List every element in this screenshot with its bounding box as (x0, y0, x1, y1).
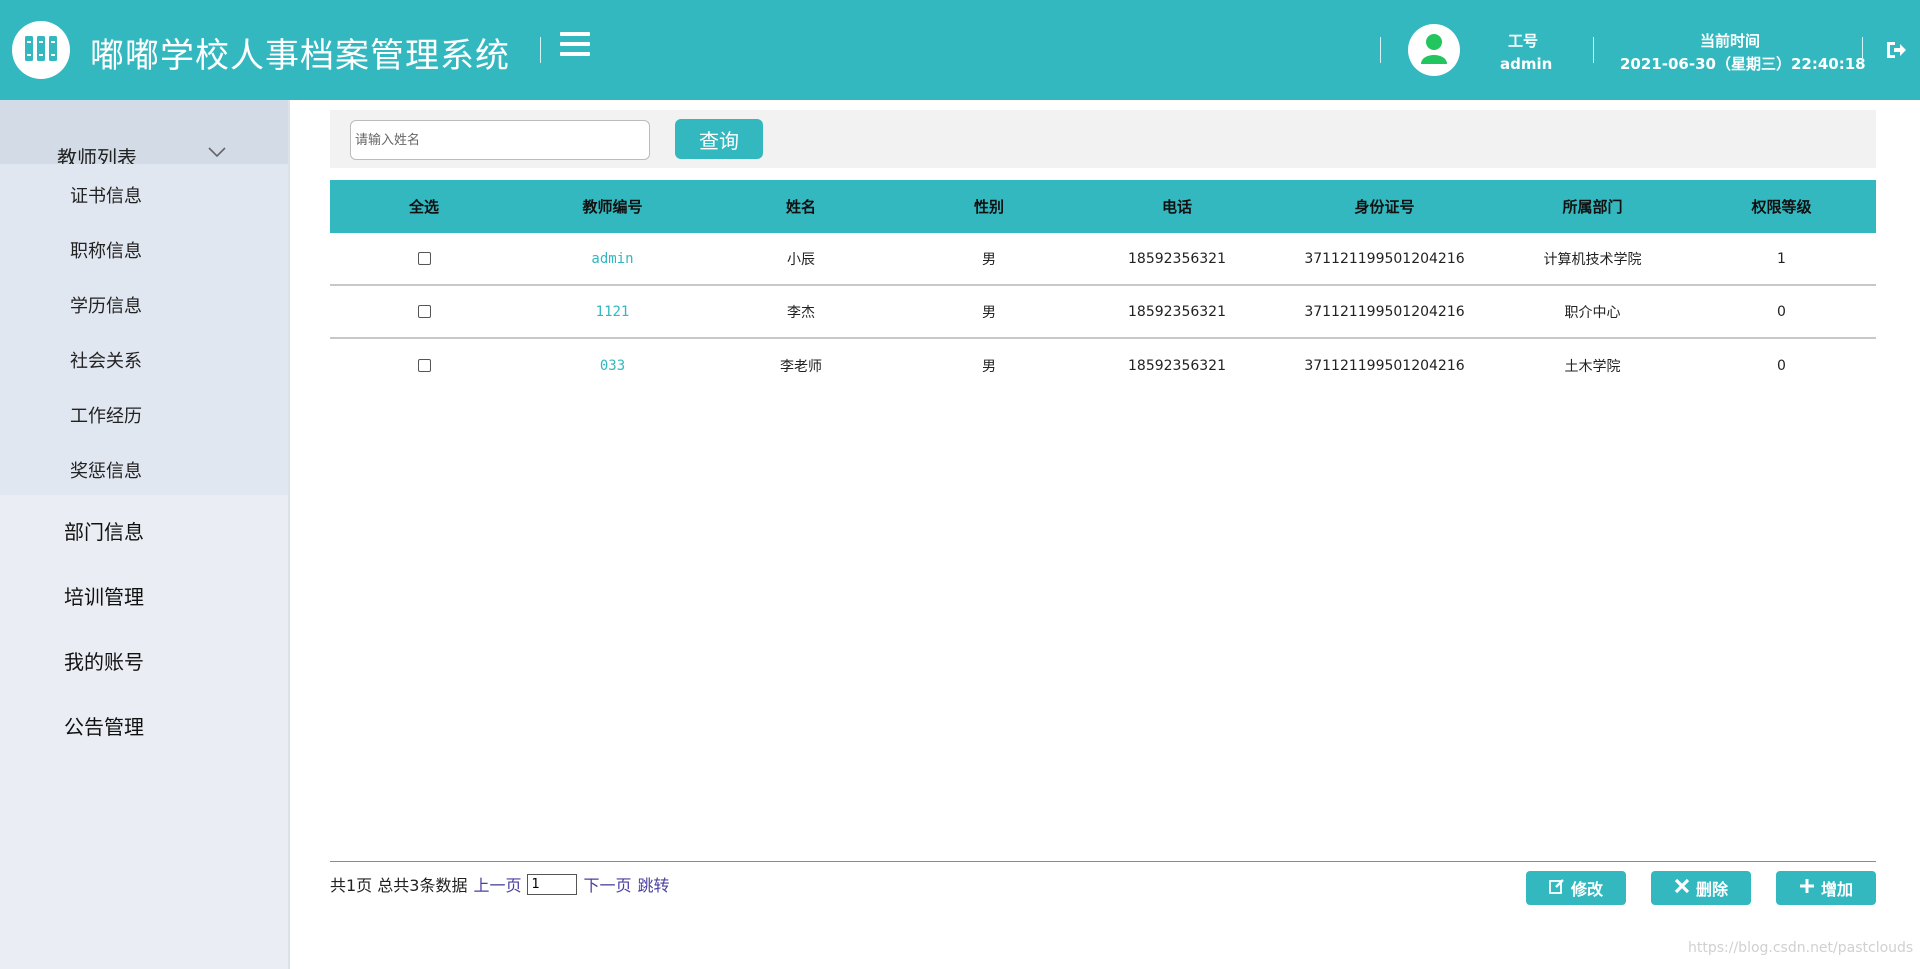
user-label: 工号 (1507, 32, 1538, 50)
app-title: 嘟嘟学校人事档案管理系统 (90, 36, 510, 76)
sidebar: 教师列表 证书信息 职称信息 学历信息 社会关系 工作经历 奖惩信息 部门信息 … (0, 100, 290, 969)
sidebar-submenu: 证书信息 职称信息 学历信息 社会关系 工作经历 奖惩信息 (0, 164, 288, 495)
header-divider (1862, 37, 1863, 63)
edit-button[interactable]: 修改 (1526, 871, 1626, 905)
table-row: 033 李老师 男 18592356321 371121199501204216… (330, 339, 1876, 392)
edit-icon (1549, 878, 1571, 898)
chevron-down-icon (207, 144, 227, 158)
teacher-gender: 男 (982, 304, 996, 321)
teacher-level: 0 (1777, 303, 1786, 320)
prev-page-link[interactable]: 上一页 (473, 872, 521, 896)
sidebar-item-notices[interactable]: 公告管理 (64, 711, 144, 740)
teacher-idcard: 371121199501204216 (1304, 357, 1465, 374)
menu-icon (560, 32, 590, 36)
time-value: 2021-06-30（星期三）22:40:18 (1620, 55, 1866, 73)
avatar[interactable] (1408, 24, 1460, 76)
column-header: 权限等级 (1751, 198, 1812, 216)
jump-page-link[interactable]: 跳转 (637, 872, 669, 896)
search-input[interactable] (350, 120, 650, 160)
books-icon (24, 33, 58, 67)
sidebar-group-teachers[interactable]: 教师列表 (0, 100, 288, 170)
user-info: 工号 admin (1500, 30, 1553, 76)
table-header: 全选 教师编号 姓名 性别 电话 身份证号 所属部门 权限等级 (330, 180, 1876, 233)
teacher-name: 李杰 (787, 304, 815, 321)
teacher-id-link[interactable]: 033 (518, 358, 707, 374)
column-header: 性别 (973, 198, 1004, 216)
footer-divider (330, 861, 1876, 862)
sidebar-item-experience[interactable]: 工作经历 (70, 402, 142, 428)
header-divider (1593, 37, 1594, 63)
table-row: 1121 李杰 男 18592356321 371121199501204216… (330, 286, 1876, 339)
column-header: 教师编号 (582, 198, 643, 216)
add-button[interactable]: 增加 (1776, 871, 1876, 905)
top-header: 嘟嘟学校人事档案管理系统 工号 admin 当前时间 2021-06-30（星期… (0, 0, 1920, 100)
row-checkbox[interactable] (417, 359, 431, 372)
row-checkbox[interactable] (417, 252, 431, 265)
close-icon (1674, 878, 1696, 898)
search-bar: 查询 (330, 110, 1876, 168)
time-label: 当前时间 (1699, 32, 1760, 50)
row-checkbox[interactable] (417, 305, 431, 318)
title-divider (540, 37, 541, 63)
next-page-link[interactable]: 下一页 (583, 872, 631, 896)
teacher-name: 小辰 (787, 251, 815, 268)
logout-icon (1884, 42, 1908, 66)
delete-button[interactable]: 删除 (1651, 871, 1751, 905)
sidebar-item-relations[interactable]: 社会关系 (70, 347, 142, 373)
header-divider (1380, 37, 1381, 63)
column-header: 所属部门 (1562, 198, 1623, 216)
teacher-table: 全选 教师编号 姓名 性别 电话 身份证号 所属部门 权限等级 admin 小辰… (330, 180, 1876, 392)
teacher-level: 1 (1777, 250, 1786, 267)
teacher-phone: 18592356321 (1128, 357, 1226, 374)
sidebar-item-rewards[interactable]: 奖惩信息 (70, 457, 142, 483)
page-summary: 共1页 总共3条数据 (330, 876, 468, 895)
teacher-dept: 土木学院 (1564, 358, 1621, 375)
app-logo (12, 21, 70, 79)
teacher-gender: 男 (982, 358, 996, 375)
teacher-dept: 职介中心 (1564, 304, 1621, 321)
sidebar-item-account[interactable]: 我的账号 (64, 646, 144, 675)
table-row: admin 小辰 男 18592356321 37112119950120421… (330, 233, 1876, 286)
teacher-id-link[interactable]: admin (518, 251, 707, 267)
pagination: 共1页 总共3条数据 上一页 下一页 跳转 (330, 872, 670, 896)
teacher-name: 李老师 (780, 358, 822, 375)
teacher-idcard: 371121199501204216 (1304, 303, 1465, 320)
teacher-id-link[interactable]: 1121 (518, 304, 707, 320)
teacher-phone: 18592356321 (1128, 250, 1226, 267)
logout-button[interactable] (1884, 38, 1908, 62)
search-button[interactable]: 查询 (675, 119, 763, 159)
sidebar-item-certificates[interactable]: 证书信息 (70, 182, 142, 208)
teacher-idcard: 371121199501204216 (1304, 250, 1465, 267)
add-label: 增加 (1820, 880, 1853, 899)
sidebar-item-education[interactable]: 学历信息 (70, 292, 142, 318)
column-header: 姓名 (785, 198, 816, 216)
edit-label: 修改 (1570, 880, 1603, 899)
teacher-dept: 计算机技术学院 (1543, 251, 1642, 268)
sidebar-item-titles[interactable]: 职称信息 (70, 237, 142, 263)
user-icon (1419, 32, 1449, 68)
sidebar-item-departments[interactable]: 部门信息 (64, 516, 144, 545)
teacher-phone: 18592356321 (1128, 303, 1226, 320)
user-value: admin (1500, 55, 1553, 73)
delete-label: 删除 (1695, 880, 1728, 899)
teacher-level: 0 (1777, 357, 1786, 374)
current-time: 当前时间 2021-06-30（星期三）22:40:18 (1620, 30, 1866, 76)
watermark: https://blog.csdn.net/pastclouds (1688, 940, 1914, 956)
plus-icon (1799, 878, 1821, 898)
page-number-input[interactable] (527, 873, 578, 895)
column-header: 身份证号 (1354, 198, 1415, 216)
menu-toggle-button[interactable] (560, 32, 590, 62)
select-all-header[interactable]: 全选 (330, 196, 518, 217)
sidebar-item-training[interactable]: 培训管理 (64, 581, 144, 610)
column-header: 电话 (1161, 198, 1192, 216)
teacher-gender: 男 (982, 251, 996, 268)
